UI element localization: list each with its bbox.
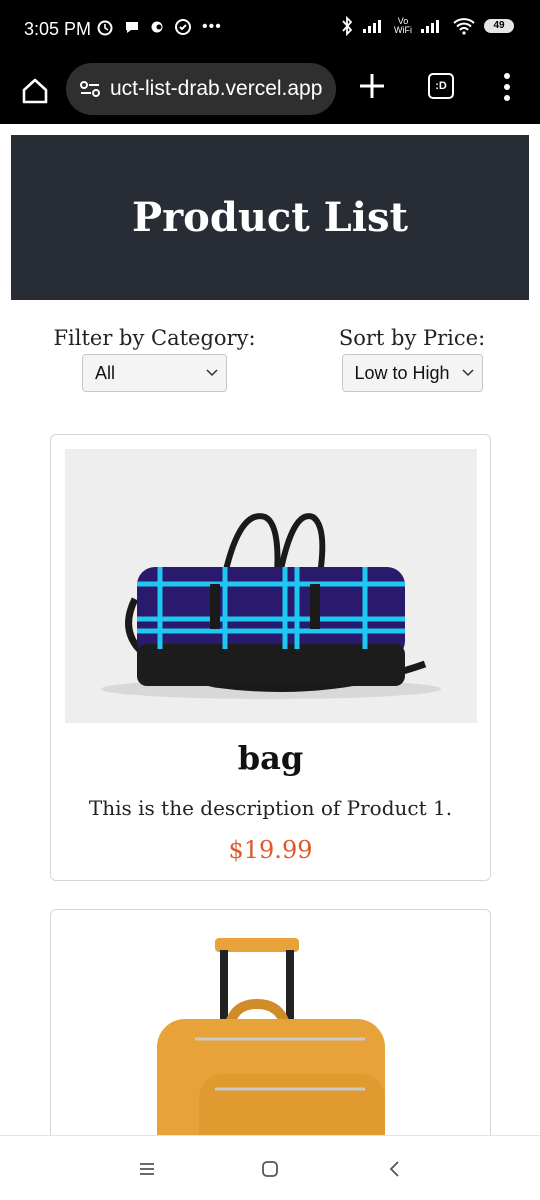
category-filter-label: Filter by Category:	[53, 326, 256, 350]
product-description: This is the description of Product 1.	[88, 796, 453, 820]
back-icon[interactable]	[384, 1158, 406, 1180]
home-nav-icon[interactable]	[259, 1158, 281, 1180]
product-price: $19.99	[228, 836, 313, 864]
chat-bubble-icon	[126, 22, 138, 33]
site-settings-icon[interactable]	[78, 77, 102, 101]
chevron-down-icon	[461, 369, 474, 377]
home-icon[interactable]	[18, 74, 52, 108]
notification-icons: •••	[96, 18, 222, 36]
price-sort-label: Sort by Price:	[338, 326, 486, 350]
system-nav-bar	[0, 1135, 540, 1200]
price-sort-value: Low to High	[354, 362, 450, 383]
app-notification-icon	[151, 21, 163, 33]
recent-apps-icon[interactable]	[136, 1158, 158, 1180]
product-image-suitcase	[65, 924, 477, 1168]
category-select-value: All	[95, 362, 116, 383]
product-card[interactable]: bag This is the description of Product 1…	[50, 434, 491, 881]
product-name: bag	[237, 739, 304, 777]
tab-switcher-button[interactable]: :D	[428, 73, 454, 99]
price-sort-select[interactable]: Low to High	[341, 354, 483, 392]
price-sort: Sort by Price: Low to High	[336, 326, 488, 392]
page-header: Product List	[11, 135, 529, 300]
page-title: Product List	[132, 194, 408, 241]
product-card[interactable]	[50, 909, 491, 1169]
status-bar: 3:05 PM ••• Vo WiFi 49	[0, 0, 540, 60]
vo-wifi-bottom: WiFi	[394, 25, 412, 35]
status-right-icons: Vo WiFi 49	[340, 16, 514, 36]
wifi-icon	[453, 18, 475, 35]
new-tab-icon[interactable]	[356, 70, 388, 102]
product-image-bag	[65, 449, 477, 723]
bluetooth-icon	[342, 16, 353, 36]
cell-signal-2-icon	[421, 20, 439, 33]
url-text: uct-list-drab.vercel.app	[110, 77, 323, 100]
browser-toolbar: uct-list-drab.vercel.app :D	[0, 60, 540, 124]
battery-indicator: 49	[484, 19, 514, 33]
cell-signal-icon	[363, 20, 381, 33]
chevron-down-icon	[206, 369, 218, 377]
category-select[interactable]: All	[82, 354, 227, 392]
category-filter: Filter by Category: All	[52, 326, 257, 392]
status-time: 3:05 PM	[24, 19, 92, 39]
more-notifications-icon: •••	[202, 18, 222, 35]
sync-icon	[175, 19, 191, 35]
alarm-icon	[97, 20, 113, 36]
address-bar[interactable]: uct-list-drab.vercel.app	[66, 63, 336, 115]
vo-wifi-badge: Vo WiFi	[394, 17, 412, 35]
overflow-menu-icon[interactable]	[500, 72, 514, 102]
